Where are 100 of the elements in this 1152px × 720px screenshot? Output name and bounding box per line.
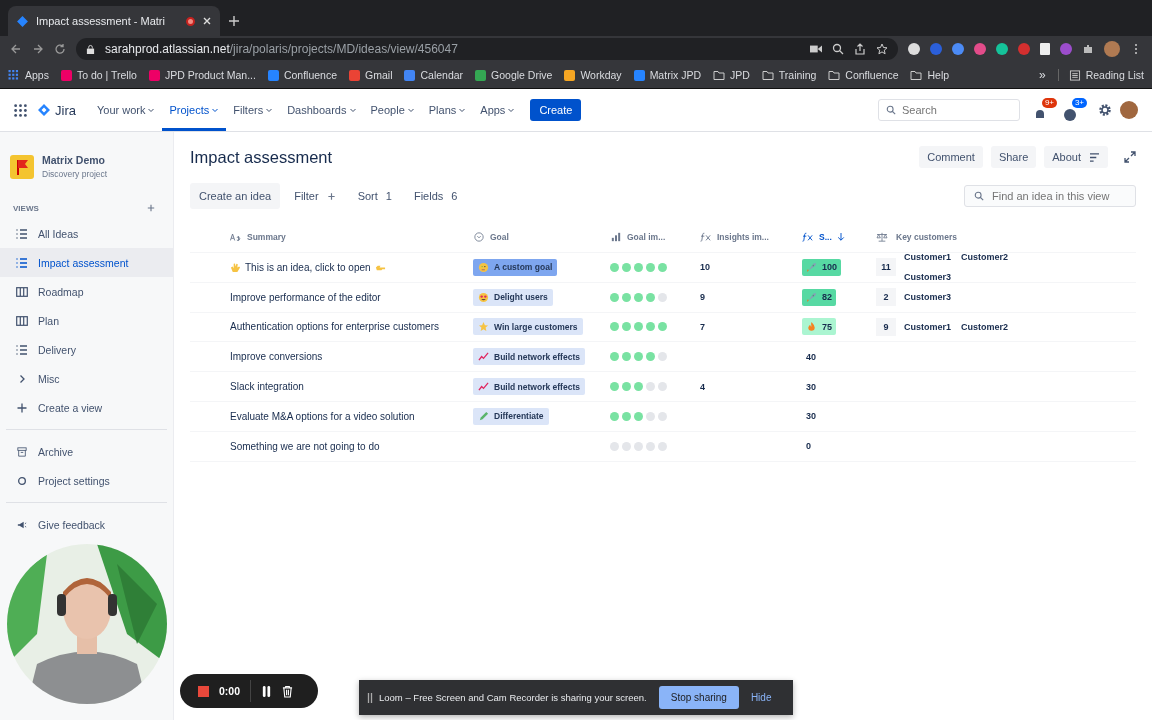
more-bookmarks-button[interactable]: » [1038, 68, 1046, 82]
idea-summary[interactable]: Improve performance of the editor [230, 291, 381, 303]
sort-button[interactable]: Sort 1 [349, 184, 400, 208]
customer-tag[interactable]: Customer1 [904, 322, 951, 332]
bookmark[interactable]: Confluence [828, 69, 899, 81]
settings-icon[interactable] [1098, 103, 1112, 117]
address-bar[interactable]: sarahprod.atlassian.net/jira/polaris/projects/MD/ideas/view/456047 [76, 38, 898, 60]
column-header[interactable]: Summary [190, 232, 473, 242]
help-icon[interactable] [1063, 108, 1077, 122]
extension-icon[interactable] [908, 43, 920, 55]
filter-button[interactable]: Filter [286, 184, 344, 208]
action-button[interactable]: Share [990, 146, 1037, 168]
customer-tag[interactable]: Customer1 [904, 252, 951, 263]
new-tab-icon[interactable] [228, 15, 240, 27]
bookmark[interactable]: Help [910, 69, 950, 81]
create-button[interactable]: Create [530, 99, 582, 121]
column-header[interactable]: Goal im... [610, 232, 700, 242]
stop-sharing-button[interactable]: Stop sharing [658, 686, 739, 709]
rating-dots[interactable] [610, 322, 667, 332]
puzzle-icon[interactable] [1082, 43, 1094, 55]
idea-summary[interactable]: Authentication options for enterprise customers [230, 321, 439, 333]
camera-icon[interactable] [810, 43, 822, 55]
bookmark[interactable]: Training [761, 69, 817, 81]
goal-tag[interactable]: Build network effects [473, 378, 585, 396]
bookmark[interactable]: Confluence [267, 69, 338, 81]
search-field[interactable]: Search [878, 99, 1020, 121]
create-view-button[interactable]: Create a view [0, 393, 173, 422]
feedback-link[interactable]: Give feedback [0, 510, 173, 539]
sidebar-item[interactable]: Plan [0, 306, 173, 335]
column-header[interactable]: Key customers [876, 232, 1136, 242]
sidebar-item[interactable]: All Ideas [0, 219, 173, 248]
bookmark[interactable]: Matrix JPD [633, 69, 701, 81]
reading-list-button[interactable]: Reading List [1057, 69, 1144, 81]
nav-menu[interactable]: Dashboards [280, 89, 364, 131]
goal-tag[interactable]: A custom goal [473, 258, 558, 276]
app-switcher-icon[interactable] [14, 103, 27, 117]
idea-summary[interactable]: Evaluate M&A options for a video solution [230, 410, 415, 422]
hide-button[interactable]: Hide [744, 691, 778, 704]
bookmark[interactable]: Calendar [404, 69, 464, 81]
idea-summary[interactable]: Something we are not going to do [230, 440, 380, 452]
rating-dots[interactable] [610, 382, 667, 392]
customer-tag[interactable]: Customer2 [961, 322, 1009, 332]
bookmark[interactable]: JPD [712, 69, 750, 81]
column-header[interactable]: Goal [473, 232, 610, 242]
archive-link[interactable]: Archive [0, 437, 173, 466]
idea-summary[interactable]: Improve conversions [230, 351, 323, 363]
drag-handle-icon[interactable] [367, 691, 373, 704]
rating-dots[interactable] [610, 292, 667, 302]
fields-button[interactable]: Fields 6 [405, 184, 466, 208]
action-button[interactable]: Comment [919, 146, 983, 168]
project-settings-link[interactable]: Project settings [0, 466, 173, 495]
bookmark[interactable]: Workday [564, 69, 622, 81]
bookmark[interactable]: JPD Product Man... [148, 69, 256, 81]
goal-tag[interactable]: Differentiate [473, 407, 549, 425]
idea-summary[interactable]: This is an idea, click to open [230, 261, 386, 273]
goal-tag[interactable]: Win large customers [473, 318, 583, 336]
browser-tab[interactable]: Impact assessment - Matri [8, 6, 220, 36]
jira-logo[interactable]: Jira [37, 102, 76, 118]
create-idea-button[interactable]: Create an idea [190, 183, 281, 209]
sidebar-item[interactable]: Roadmap [0, 277, 173, 306]
avatar[interactable] [1120, 101, 1138, 119]
avatar[interactable] [1104, 41, 1120, 57]
trash-icon[interactable] [282, 684, 293, 698]
nav-menu[interactable]: Plans [421, 89, 474, 131]
rating-dots[interactable] [610, 411, 667, 421]
forward-icon[interactable] [32, 43, 44, 55]
reload-icon[interactable] [54, 43, 66, 55]
star-icon[interactable] [876, 43, 888, 55]
customer-tag[interactable]: Customer3 [904, 292, 951, 303]
sidebar-item[interactable]: Delivery [0, 335, 173, 364]
rating-dots[interactable] [610, 352, 667, 362]
share-icon[interactable] [854, 43, 866, 55]
customer-tag[interactable]: Customer3 [904, 272, 951, 283]
nav-menu[interactable]: People [363, 89, 422, 131]
zoom-icon[interactable] [832, 43, 844, 55]
bookmark[interactable]: Gmail [349, 69, 393, 81]
goal-tag[interactable]: Build network effects [473, 348, 585, 366]
expand-icon[interactable] [1124, 151, 1136, 163]
extension-icon[interactable] [996, 43, 1008, 55]
add-icon[interactable] [147, 204, 155, 212]
nav-menu[interactable]: Your work [89, 89, 163, 131]
rating-dots[interactable] [610, 262, 667, 272]
sidebar-item[interactable]: Misc [0, 364, 173, 393]
pause-icon[interactable] [261, 684, 272, 698]
customer-tag[interactable]: Customer2 [961, 252, 1009, 263]
extension-icon[interactable] [952, 43, 964, 55]
column-header[interactable]: S... [802, 232, 876, 242]
nav-menu[interactable]: Apps [473, 89, 523, 131]
column-header[interactable]: Insights im... [700, 232, 802, 242]
back-icon[interactable] [10, 43, 22, 55]
stop-recording-icon[interactable] [198, 685, 209, 697]
sidebar-item[interactable]: Impact assessment [0, 248, 173, 277]
search-field[interactable]: Find an idea in this view [964, 185, 1136, 207]
rating-dots[interactable] [610, 441, 667, 451]
goal-tag[interactable]: Delight users [473, 288, 553, 306]
action-button[interactable]: About [1044, 146, 1108, 168]
bookmark[interactable]: To do | Trello [60, 69, 137, 81]
close-icon[interactable] [202, 16, 212, 26]
bookmark[interactable]: Apps [8, 69, 49, 81]
idea-summary[interactable]: Slack integration [230, 381, 304, 393]
